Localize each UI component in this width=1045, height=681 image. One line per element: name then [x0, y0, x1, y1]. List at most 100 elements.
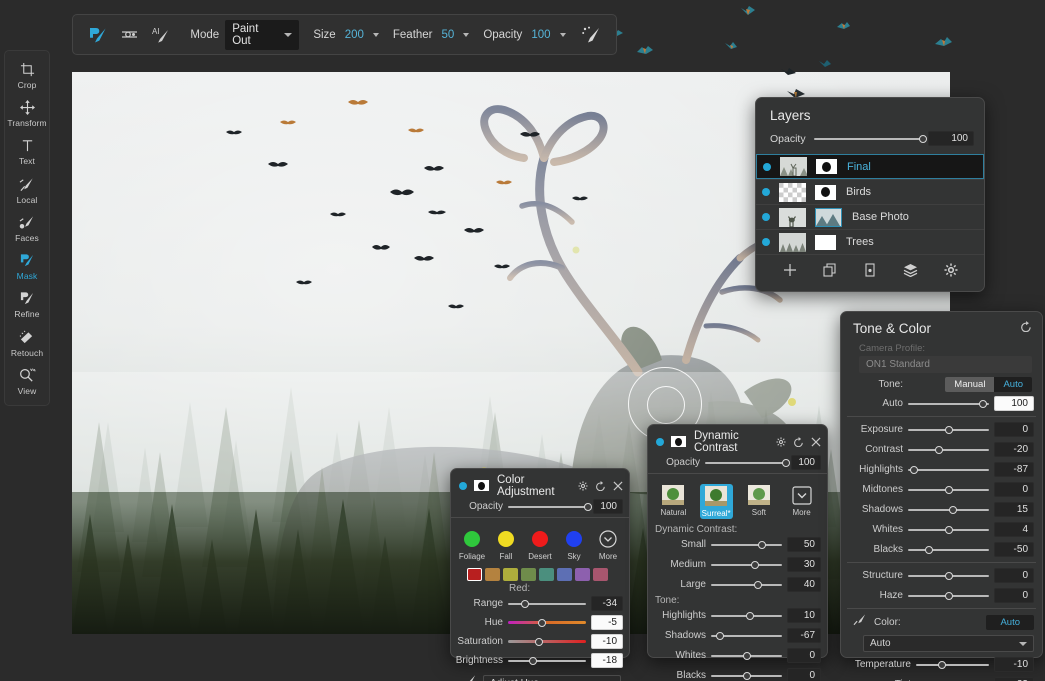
preset-more[interactable]: More: [592, 528, 625, 561]
gear-icon[interactable]: [776, 437, 786, 447]
swatch-blue[interactable]: [557, 568, 572, 581]
haze-slider[interactable]: [908, 589, 989, 602]
swatch-magenta[interactable]: [593, 568, 608, 581]
swatch-purple[interactable]: [575, 568, 590, 581]
sidebar-item-faces[interactable]: Faces: [4, 214, 50, 249]
structure-slider[interactable]: [908, 569, 989, 582]
effect-mask-icon[interactable]: [474, 480, 489, 491]
layer-mask-icon[interactable]: [816, 159, 837, 174]
swatch-yellow[interactable]: [503, 568, 518, 581]
adjust-mode-dropdown[interactable]: Adjust Hue: [483, 675, 621, 681]
whites-slider[interactable]: [711, 649, 782, 662]
opacity-slider[interactable]: [705, 456, 786, 469]
highlights-slider[interactable]: [908, 463, 989, 476]
swatch-green[interactable]: [521, 568, 536, 581]
preset-desert[interactable]: Desert: [524, 528, 557, 561]
delete-layer-icon[interactable]: [863, 263, 877, 277]
saturation-slider[interactable]: [508, 635, 586, 648]
color-mode-dropdown[interactable]: Auto: [863, 635, 1034, 652]
effect-toggle-icon[interactable]: [459, 482, 467, 490]
preset-surreal[interactable]: Surreal*: [700, 484, 733, 519]
table-row[interactable]: Base Photo: [756, 204, 984, 229]
table-row[interactable]: Birds: [756, 179, 984, 204]
close-icon[interactable]: [613, 481, 623, 491]
duplicate-layer-icon[interactable]: [823, 263, 837, 277]
highlights-slider[interactable]: [711, 609, 782, 622]
tone-auto-option[interactable]: Auto: [994, 377, 1032, 392]
size-dropdown[interactable]: [373, 33, 379, 37]
opacity-slider[interactable]: [508, 500, 588, 513]
layer-visibility-icon[interactable]: [762, 213, 770, 221]
hue-value[interactable]: -5: [591, 615, 623, 630]
reset-icon[interactable]: [595, 481, 606, 491]
layers-opacity-value[interactable]: 100: [928, 131, 974, 146]
eyedropper-icon[interactable]: [853, 613, 867, 631]
preset-more[interactable]: More: [785, 484, 818, 519]
tone-manual-option[interactable]: Manual: [945, 377, 994, 392]
eyedropper-brush-icon[interactable]: [461, 674, 477, 681]
opacity-dropdown[interactable]: [560, 33, 566, 37]
large-slider[interactable]: [711, 578, 782, 591]
auto-value[interactable]: 100: [994, 396, 1034, 411]
range-value[interactable]: -34: [591, 596, 623, 611]
preset-foliage[interactable]: Foliage: [456, 528, 489, 561]
reset-icon[interactable]: [1020, 319, 1032, 337]
camera-profile-dropdown[interactable]: ON1 Standard: [859, 356, 1032, 373]
feather-dropdown[interactable]: [463, 33, 469, 37]
sidebar-item-local[interactable]: Local: [4, 176, 50, 211]
medium-slider[interactable]: [711, 558, 782, 571]
brightness-slider[interactable]: [508, 654, 586, 667]
preset-fall[interactable]: Fall: [490, 528, 523, 561]
whites-value[interactable]: 4: [994, 522, 1034, 537]
layer-photo-thumbnail[interactable]: [815, 208, 842, 227]
shadows-value[interactable]: -67: [787, 628, 821, 643]
whites-value[interactable]: 0: [787, 648, 821, 663]
size-value[interactable]: 200: [345, 29, 364, 41]
whites-slider[interactable]: [908, 523, 989, 536]
opacity-value[interactable]: 100: [593, 499, 623, 514]
preset-sky[interactable]: Sky: [558, 528, 591, 561]
brightness-value[interactable]: -18: [591, 653, 623, 668]
haze-value[interactable]: 0: [994, 588, 1034, 603]
layer-visibility-icon[interactable]: [763, 163, 771, 171]
structure-value[interactable]: 0: [994, 568, 1034, 583]
effect-mask-icon[interactable]: [671, 436, 686, 447]
gear-icon[interactable]: [578, 481, 588, 491]
sidebar-item-mask[interactable]: Mask: [4, 252, 50, 287]
mode-dropdown[interactable]: Paint Out: [225, 20, 299, 50]
sidebar-item-retouch[interactable]: Retouch: [4, 329, 50, 364]
layer-mask-icon[interactable]: [815, 235, 836, 250]
layer-visibility-icon[interactable]: [762, 188, 770, 196]
effect-toggle-icon[interactable]: [656, 438, 664, 446]
blacks-value[interactable]: 0: [787, 668, 821, 681]
exposure-value[interactable]: 0: [994, 422, 1034, 437]
temperature-value[interactable]: -10: [994, 657, 1034, 672]
preset-natural[interactable]: Natural: [657, 484, 690, 519]
auto-slider[interactable]: [908, 397, 989, 410]
sidebar-item-text[interactable]: Text: [4, 137, 50, 172]
hue-slider[interactable]: [508, 616, 586, 629]
shadows-slider[interactable]: [908, 503, 989, 516]
sidebar-item-transform[interactable]: Transform: [4, 99, 50, 134]
small-slider[interactable]: [711, 538, 782, 551]
layers-opacity-slider[interactable]: [814, 132, 923, 145]
blacks-slider[interactable]: [908, 543, 989, 556]
feather-value[interactable]: 50: [442, 29, 455, 41]
contrast-value[interactable]: -20: [994, 442, 1034, 457]
preset-soft[interactable]: Soft: [742, 484, 775, 519]
saturation-value[interactable]: -10: [591, 634, 623, 649]
close-icon[interactable]: [811, 437, 821, 447]
mask-brush-icon[interactable]: [82, 20, 113, 50]
layer-mask-icon[interactable]: [815, 185, 836, 200]
large-value[interactable]: 40: [787, 577, 821, 592]
opacity-value[interactable]: 100: [791, 455, 821, 470]
sidebar-item-refine[interactable]: Refine: [4, 290, 50, 325]
range-slider[interactable]: [508, 597, 586, 610]
swatch-red[interactable]: [467, 568, 482, 581]
table-row[interactable]: Final: [756, 154, 984, 179]
contrast-slider[interactable]: [908, 443, 989, 456]
sidebar-item-crop[interactable]: Crop: [4, 61, 50, 96]
shadows-value[interactable]: 15: [994, 502, 1034, 517]
small-value[interactable]: 50: [787, 537, 821, 552]
add-layer-icon[interactable]: [783, 263, 797, 277]
